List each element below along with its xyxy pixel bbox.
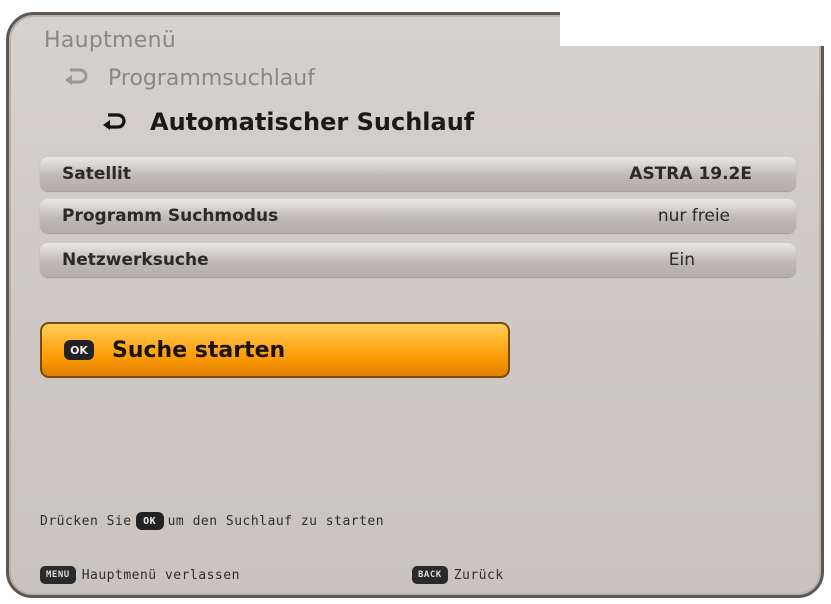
hint-text-after: um den Suchlauf zu starten bbox=[167, 513, 385, 529]
breadcrumb-label: Programmsuchlauf bbox=[108, 66, 315, 91]
footer-back[interactable]: BACK Zurück bbox=[412, 566, 504, 584]
breadcrumb-label: Automatischer Suchlauf bbox=[150, 108, 475, 136]
curved-return-arrow-icon bbox=[102, 108, 128, 136]
breadcrumb-programmsuchlauf: Programmsuchlauf bbox=[64, 66, 315, 91]
setting-value: ASTRA 19.2E bbox=[629, 164, 752, 184]
setting-row-satellit[interactable]: Satellit ASTRA 19.2E bbox=[40, 157, 796, 191]
setting-value: nur freie bbox=[657, 206, 730, 226]
curved-return-arrow-icon bbox=[64, 66, 90, 91]
ok-key-icon: OK bbox=[135, 512, 164, 530]
setting-row-netzwerksuche[interactable]: Netzwerksuche Ein bbox=[40, 243, 796, 277]
menu-title: Hauptmenü bbox=[44, 28, 177, 53]
setting-label: Satellit bbox=[62, 164, 131, 184]
start-search-label: Suche starten bbox=[112, 337, 286, 363]
hint-text-before: Drücken Sie bbox=[40, 513, 132, 529]
setting-label: Netzwerksuche bbox=[62, 250, 209, 270]
footer-exit-menu[interactable]: MENU Hauptmenü verlassen bbox=[40, 566, 240, 584]
panel-tab-notch bbox=[560, 12, 824, 46]
setting-label: Programm Suchmodus bbox=[62, 206, 279, 226]
setting-value: Ein bbox=[668, 250, 695, 270]
help-hint: Drücken Sie OK um den Suchlauf zu starte… bbox=[40, 512, 384, 530]
footer-menu-label: Hauptmenü verlassen bbox=[81, 567, 240, 583]
breadcrumb-automatischer-suchlauf: Automatischer Suchlauf bbox=[102, 108, 474, 136]
ok-key-icon: OK bbox=[64, 340, 94, 360]
setting-row-suchmodus[interactable]: Programm Suchmodus nur freie bbox=[40, 199, 796, 233]
footer-back-label: Zurück bbox=[453, 567, 504, 583]
menu-key-icon: MENU bbox=[40, 566, 76, 584]
main-menu-panel bbox=[6, 12, 824, 598]
back-key-icon: BACK bbox=[412, 566, 448, 584]
start-search-button[interactable]: OK Suche starten bbox=[40, 322, 510, 378]
